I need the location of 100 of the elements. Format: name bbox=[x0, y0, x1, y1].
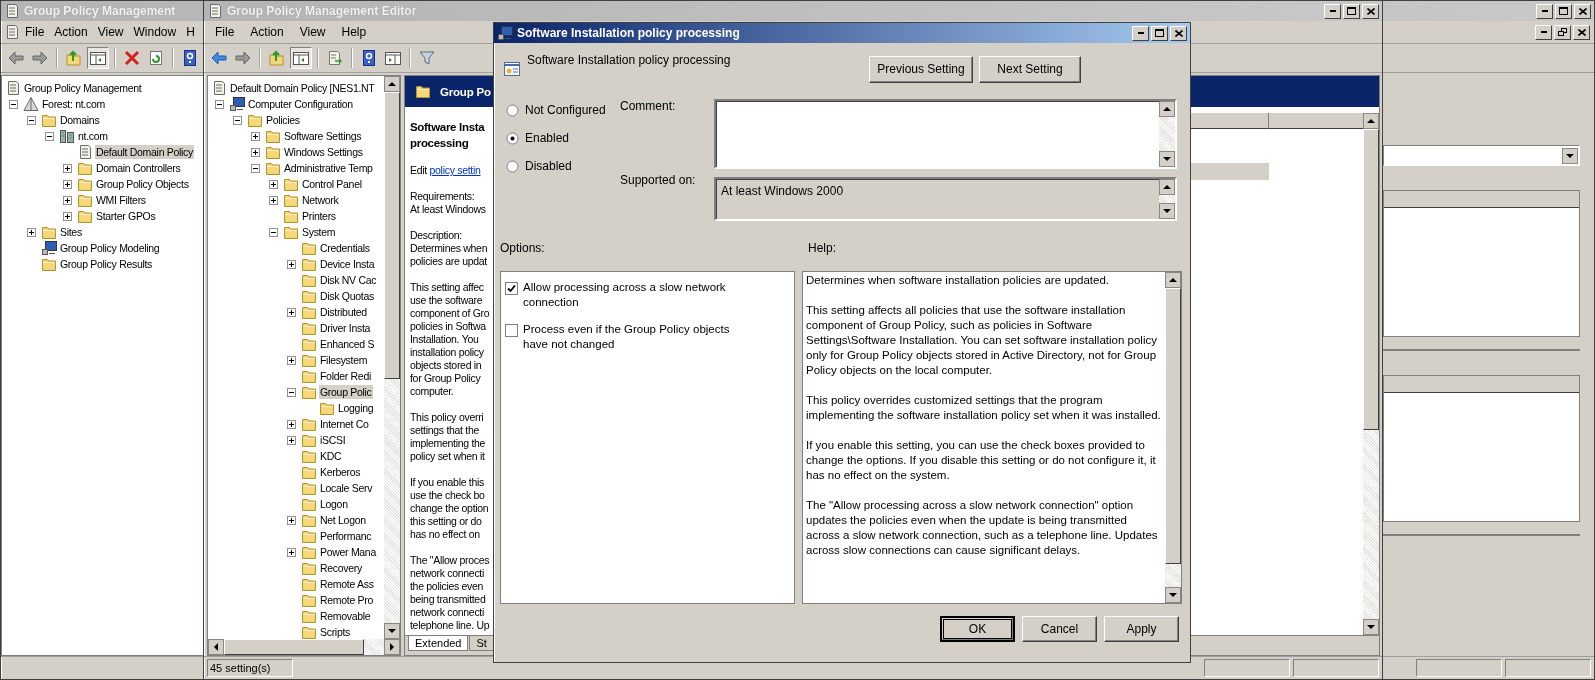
expand-toggle[interactable] bbox=[269, 195, 278, 205]
forward-arrow-icon[interactable] bbox=[31, 49, 49, 67]
tree-item[interactable]: Internet Co bbox=[319, 417, 370, 431]
scroll-thumb[interactable] bbox=[384, 92, 400, 379]
tree-item[interactable]: Remote Pro bbox=[319, 593, 375, 607]
close-button[interactable] bbox=[1573, 24, 1590, 40]
back-arrow-icon[interactable] bbox=[210, 49, 228, 67]
view-tab[interactable]: St bbox=[469, 636, 494, 651]
cancel-button[interactable]: Cancel bbox=[1022, 616, 1097, 642]
filter-icon[interactable] bbox=[418, 49, 436, 67]
restore-button[interactable] bbox=[1554, 24, 1571, 40]
tree-item[interactable]: Group Policy Modeling bbox=[59, 241, 161, 255]
tree-item[interactable]: Enhanced S bbox=[319, 337, 376, 351]
close-button[interactable] bbox=[1170, 25, 1187, 41]
document-icon[interactable] bbox=[4, 24, 20, 40]
maximize-button[interactable] bbox=[1151, 25, 1168, 41]
menu-item[interactable]: View bbox=[92, 23, 129, 41]
tree-item[interactable]: Net Logon bbox=[319, 513, 367, 527]
expand-toggle[interactable] bbox=[63, 179, 72, 189]
expand-toggle[interactable] bbox=[27, 227, 36, 237]
tree-item[interactable]: Performanc bbox=[319, 529, 373, 543]
menu-item[interactable]: Window bbox=[128, 23, 182, 41]
tree-item[interactable]: Administrative Temp bbox=[283, 161, 374, 175]
help-icon[interactable] bbox=[181, 49, 199, 67]
ok-button[interactable]: OK bbox=[940, 616, 1015, 642]
expand-toggle[interactable] bbox=[251, 147, 260, 157]
tree-item[interactable]: Disk NV Cac bbox=[319, 273, 378, 287]
tree-item[interactable]: Removable bbox=[319, 609, 372, 623]
close-button[interactable] bbox=[1362, 3, 1379, 19]
tree-item[interactable]: Group Polic bbox=[319, 385, 373, 399]
folder-up-icon[interactable] bbox=[268, 49, 286, 67]
close-button[interactable] bbox=[1574, 3, 1591, 19]
maximize-button[interactable] bbox=[1343, 3, 1360, 19]
minimize-button[interactable] bbox=[1132, 25, 1149, 41]
tree-item[interactable]: Driver Insta bbox=[319, 321, 372, 335]
expand-toggle[interactable] bbox=[287, 307, 296, 317]
previous-setting-button[interactable]: Previous Setting bbox=[869, 55, 973, 83]
tree-item[interactable]: Logging bbox=[337, 401, 375, 415]
tree-item[interactable]: Network bbox=[301, 193, 340, 207]
menu-item[interactable]: Action bbox=[49, 23, 93, 41]
forward-arrow-icon[interactable] bbox=[234, 49, 252, 67]
checkbox[interactable] bbox=[505, 282, 518, 295]
pane-icon[interactable] bbox=[384, 49, 402, 67]
checkbox[interactable] bbox=[505, 324, 518, 337]
help-icon[interactable] bbox=[360, 49, 378, 67]
collapse-toggle[interactable] bbox=[233, 115, 242, 125]
tree-item[interactable]: Device Insta bbox=[319, 257, 376, 271]
comment-field[interactable] bbox=[714, 99, 1177, 169]
vertical-scrollbar[interactable] bbox=[1159, 179, 1175, 219]
minimize-button[interactable] bbox=[1324, 3, 1341, 19]
tree-item[interactable]: Group Policy Objects bbox=[95, 177, 190, 191]
vertical-scrollbar[interactable] bbox=[1363, 113, 1379, 635]
tree-item[interactable]: Default Domain Policy bbox=[95, 145, 194, 159]
vertical-scrollbar[interactable] bbox=[1165, 272, 1181, 603]
expand-toggle[interactable] bbox=[287, 355, 296, 365]
collapse-toggle[interactable] bbox=[251, 163, 260, 173]
radio-button[interactable] bbox=[506, 103, 519, 117]
tree-item[interactable]: Group Policy Results bbox=[59, 257, 154, 271]
collapse-toggle[interactable] bbox=[215, 99, 224, 109]
tree-item[interactable]: Folder Redi bbox=[319, 369, 372, 383]
pane-icon[interactable] bbox=[292, 49, 310, 67]
expand-toggle[interactable] bbox=[287, 547, 296, 557]
folder-up-icon[interactable] bbox=[65, 49, 83, 67]
vertical-scrollbar[interactable] bbox=[1159, 101, 1175, 167]
column-header[interactable] bbox=[1384, 191, 1579, 208]
horizontal-scrollbar[interactable] bbox=[208, 639, 400, 655]
view-tab[interactable]: Extended bbox=[408, 636, 469, 651]
back-arrow-icon[interactable] bbox=[7, 49, 25, 67]
tree-item[interactable]: Control Panel bbox=[301, 177, 363, 191]
dropdown-field[interactable] bbox=[1383, 145, 1580, 166]
tree-item[interactable]: Locale Serv bbox=[319, 481, 374, 495]
tree-item[interactable]: Filesystem bbox=[319, 353, 369, 367]
expand-toggle[interactable] bbox=[63, 163, 72, 173]
tree-item[interactable]: Printers bbox=[301, 209, 337, 223]
tree-item[interactable]: Distributed bbox=[319, 305, 368, 319]
collapse-toggle[interactable] bbox=[27, 115, 36, 125]
tree-item[interactable]: System bbox=[301, 225, 337, 239]
vertical-scrollbar[interactable] bbox=[384, 76, 400, 639]
tree-item[interactable]: iSCSI bbox=[319, 433, 347, 447]
apply-button[interactable]: Apply bbox=[1104, 616, 1179, 642]
delete-icon[interactable] bbox=[123, 49, 141, 67]
tree-item[interactable]: Domain Controllers bbox=[95, 161, 182, 175]
minimize-button[interactable] bbox=[1536, 3, 1553, 19]
scroll-thumb[interactable] bbox=[224, 639, 364, 655]
tree-item[interactable]: Sites bbox=[59, 225, 83, 239]
expand-toggle[interactable] bbox=[63, 195, 72, 205]
tree-item[interactable]: Forest: nt.com bbox=[41, 97, 106, 111]
expand-toggle[interactable] bbox=[287, 435, 296, 445]
tree-item[interactable]: Credentials bbox=[319, 241, 371, 255]
menu-item[interactable]: H bbox=[181, 23, 200, 41]
maximize-button[interactable] bbox=[1555, 3, 1572, 19]
menu-item[interactable]: Help bbox=[334, 23, 374, 41]
menu-item[interactable]: View bbox=[292, 23, 333, 41]
tree-item[interactable]: Kerberos bbox=[319, 465, 362, 479]
tree-item[interactable]: Software Settings bbox=[283, 129, 363, 143]
menu-item[interactable]: File bbox=[20, 23, 50, 41]
collapse-toggle[interactable] bbox=[45, 131, 54, 141]
policy-settings-link[interactable]: policy settin bbox=[429, 164, 481, 176]
tree-item[interactable]: Remote Ass bbox=[319, 577, 375, 591]
column-header[interactable] bbox=[1269, 113, 1363, 129]
